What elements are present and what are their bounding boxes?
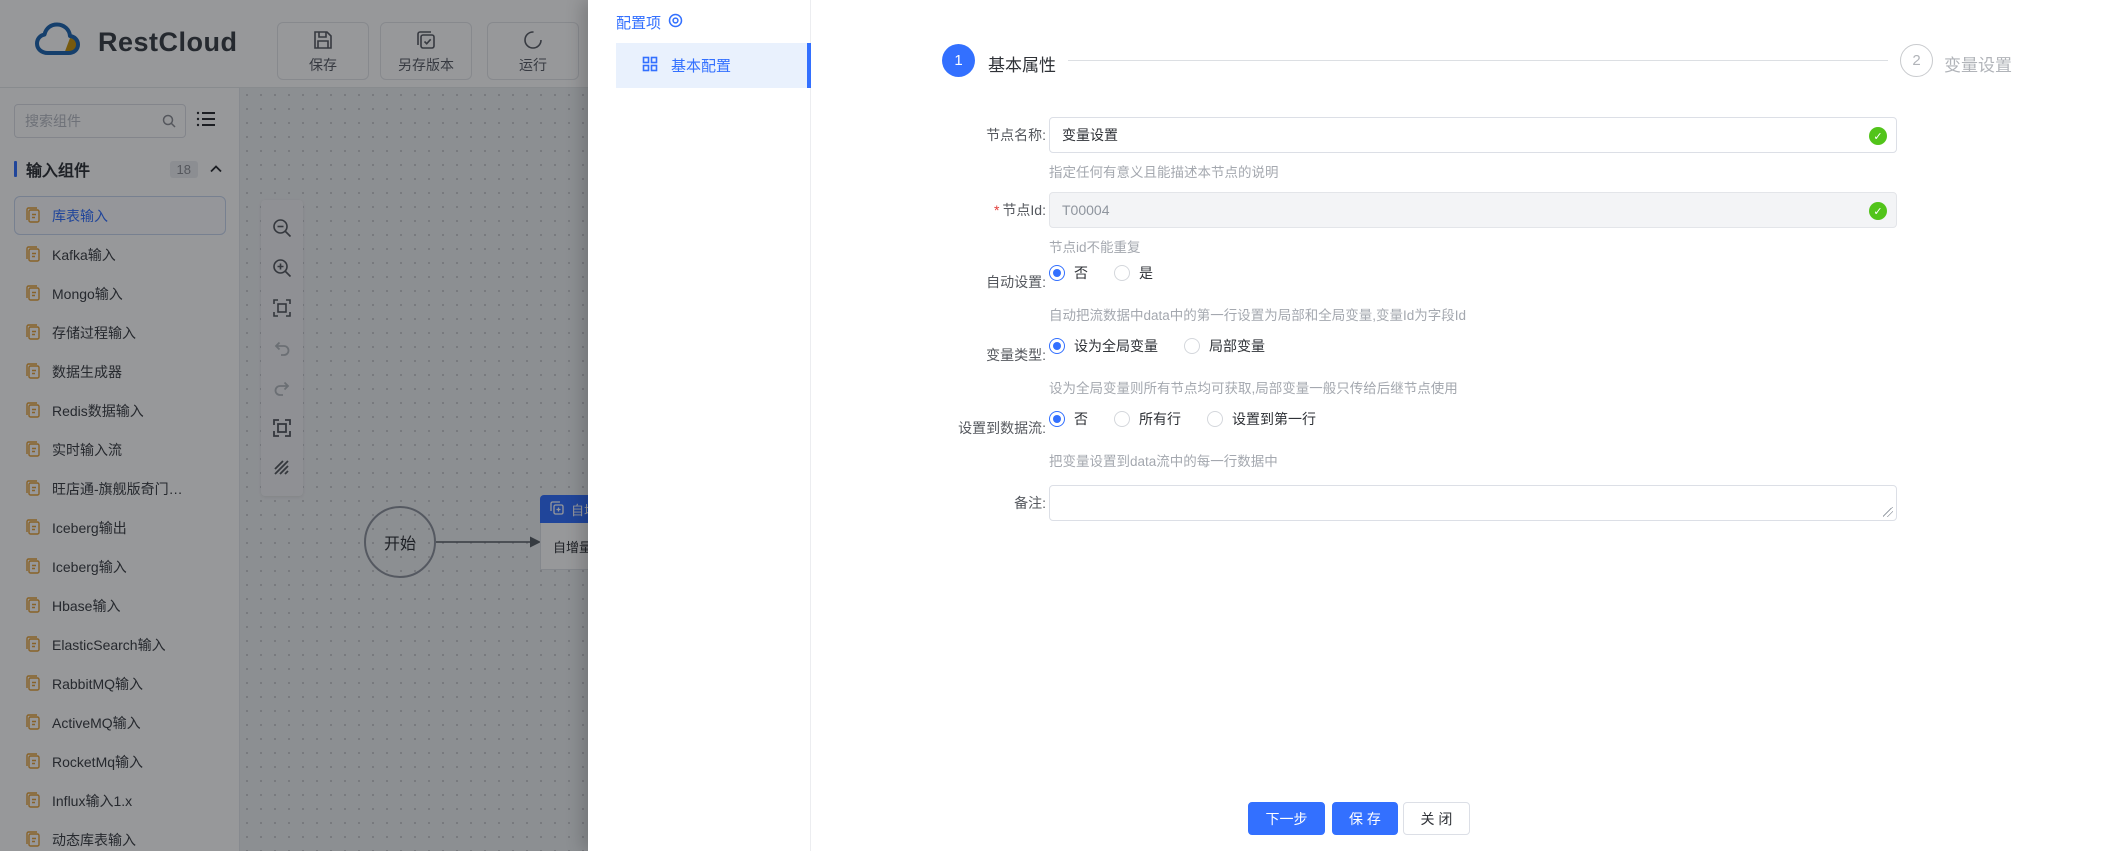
remark-label: 备注:	[1014, 495, 1046, 511]
node-name-helper: 指定任何有意义且能描述本节点的说明	[1049, 165, 1279, 180]
radio-option-label: 所有行	[1139, 411, 1181, 427]
radio-option[interactable]: 设置到第一行	[1207, 409, 1316, 429]
var-type-label: 变量类型:	[986, 347, 1046, 363]
valid-check-icon: ✓	[1869, 127, 1887, 145]
next-step-button[interactable]: 下一步	[1248, 802, 1325, 835]
step-1-number: 1	[954, 52, 963, 69]
radio-selected-icon[interactable]	[1049, 411, 1065, 427]
save-config-button[interactable]: 保 存	[1332, 802, 1398, 835]
settings-icon	[668, 13, 683, 32]
radio-option-label: 否	[1074, 265, 1088, 281]
auto-set-helper: 自动把流数据中data中的第一行设置为局部和全局变量,变量Id为字段Id	[1049, 308, 1467, 323]
nav-item-label: 基本配置	[671, 58, 732, 75]
close-button[interactable]: 关 闭	[1403, 802, 1470, 835]
radio-selected-icon[interactable]	[1049, 338, 1065, 354]
radio-unselected-icon[interactable]	[1114, 411, 1130, 427]
radio-unselected-icon[interactable]	[1114, 265, 1130, 281]
radio-option[interactable]: 否	[1049, 409, 1088, 429]
node-id-label-text: 节点Id:	[1002, 202, 1046, 218]
node-id-input	[1050, 193, 1896, 227]
step-2-indicator: 2	[1900, 44, 1933, 77]
grid-icon	[642, 56, 658, 76]
var-type-helper: 设为全局变量则所有节点均可获取,局部变量一般只传给后继节点使用	[1049, 381, 1458, 396]
config-nav: 配置项 基本配置	[588, 0, 811, 851]
step-connector-line	[1068, 60, 1888, 61]
node-id-field[interactable]: ✓	[1049, 192, 1897, 228]
auto-set-label: 自动设置:	[986, 274, 1046, 290]
remark-field[interactable]	[1049, 485, 1897, 521]
var-type-radio-group: 设为全局变量 局部变量	[1049, 336, 1265, 356]
radio-unselected-icon[interactable]	[1184, 338, 1200, 354]
close-button-label: 关 闭	[1420, 810, 1453, 827]
radio-option[interactable]: 设为全局变量	[1049, 336, 1158, 356]
node-id-label: * 节点Id:	[811, 192, 1046, 228]
radio-option[interactable]: 局部变量	[1184, 336, 1265, 356]
radio-option-label: 设置到第一行	[1232, 411, 1316, 427]
node-id-helper: 节点id不能重复	[1049, 240, 1141, 255]
radio-option-label: 设为全局变量	[1074, 338, 1158, 354]
radio-option[interactable]: 否	[1049, 263, 1088, 283]
radio-option-label: 局部变量	[1209, 338, 1265, 354]
save-config-button-label: 保 存	[1349, 810, 1381, 827]
node-config-drawer: 配置项 基本配置 1 基本属性 2 变量设置 节点名称: 变量设置 ✓ 指定任何…	[588, 0, 2101, 851]
step-2-label: 变量设置	[1944, 56, 2012, 75]
step-1-indicator: 1	[942, 44, 975, 77]
valid-check-icon: ✓	[1869, 202, 1887, 220]
node-name-field[interactable]: ✓	[1049, 117, 1897, 153]
nav-item-basic-config[interactable]: 基本配置	[616, 43, 811, 88]
node-name-label: 节点名称:	[986, 127, 1046, 143]
auto-set-radio-group: 否是	[1049, 263, 1153, 283]
set-to-stream-radio-group: 否 所有行 设置到第一行	[1049, 409, 1316, 429]
radio-option[interactable]: 是	[1114, 263, 1153, 283]
set-to-stream-label: 设置到数据流:	[958, 420, 1046, 436]
remark-textarea[interactable]	[1050, 486, 1896, 520]
next-step-button-label: 下一步	[1265, 810, 1308, 827]
set-to-stream-helper: 把变量设置到data流中的每一行数据中	[1049, 454, 1278, 469]
node-name-input[interactable]	[1050, 118, 1896, 152]
radio-selected-icon[interactable]	[1049, 265, 1065, 281]
radio-option-label: 否	[1074, 411, 1088, 427]
radio-option[interactable]: 所有行	[1114, 409, 1181, 429]
step-1-label: 基本属性	[988, 56, 1056, 75]
config-nav-title: 配置项	[616, 12, 683, 33]
config-form-panel: 1 基本属性 2 变量设置 节点名称: ✓ 指定任何有意义且能描述本节点的说明 …	[811, 0, 2101, 851]
app-root: RestCloud 保存 另存版本 运行 搜索组件 输入组件 18 库表输入 K…	[0, 0, 2101, 851]
resize-grip-icon[interactable]	[1883, 507, 1893, 517]
step-2-number: 2	[1912, 52, 1921, 69]
radio-unselected-icon[interactable]	[1207, 411, 1223, 427]
required-asterisk: *	[993, 202, 1000, 218]
radio-option-label: 是	[1139, 265, 1153, 281]
config-title-text: 配置项	[616, 15, 662, 32]
